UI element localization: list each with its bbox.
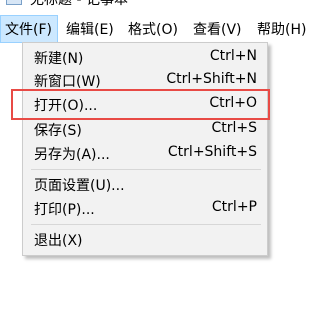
menu-item-shortcut: Ctrl+Shift+S bbox=[167, 144, 257, 160]
menu-item-label: 另存为(A)... bbox=[34, 147, 110, 163]
annotation-highlight-box bbox=[11, 89, 270, 120]
menu-item-shortcut: Ctrl+S bbox=[211, 120, 257, 136]
menu-item-new[interactable]: 新建(N) Ctrl+N bbox=[23, 46, 267, 70]
menu-item-label: 保存(S) bbox=[34, 123, 82, 139]
window-title: 无标题 - 记事本 bbox=[30, 0, 128, 8]
menu-item-shortcut: Ctrl+P bbox=[211, 199, 257, 215]
notepad-app-icon bbox=[6, 0, 22, 5]
menu-item-shortcut: Ctrl+N bbox=[209, 48, 257, 64]
menu-item-print[interactable]: 打印(P)... Ctrl+P bbox=[23, 197, 267, 221]
menu-item-label: 页面设置(U)... bbox=[34, 178, 125, 194]
menu-edit[interactable]: 编辑(E) bbox=[62, 15, 118, 43]
menu-item-label: 打印(P)... bbox=[34, 202, 95, 218]
menu-view[interactable]: 查看(V) bbox=[189, 15, 246, 43]
menu-item-exit[interactable]: 退出(X) bbox=[23, 228, 267, 252]
menu-help[interactable]: 帮助(H) bbox=[253, 15, 310, 43]
menu-file[interactable]: 文件(F) bbox=[0, 15, 58, 43]
menu-item-save[interactable]: 保存(S) Ctrl+S bbox=[23, 118, 267, 142]
title-bar: 无标题 - 记事本 bbox=[0, 0, 330, 8]
menu-item-label: 新建(N) bbox=[34, 51, 84, 67]
menu-item-save-as[interactable]: 另存为(A)... Ctrl+Shift+S bbox=[23, 142, 267, 166]
menu-item-label: 退出(X) bbox=[34, 233, 83, 249]
menu-item-page-setup[interactable]: 页面设置(U)... bbox=[23, 173, 267, 197]
menu-bar: 文件(F) 编辑(E) 格式(O) 查看(V) 帮助(H) bbox=[0, 15, 330, 43]
menu-separator bbox=[31, 224, 261, 225]
menu-item-shortcut: Ctrl+Shift+N bbox=[166, 71, 257, 87]
menu-separator bbox=[31, 169, 261, 170]
file-menu-dropdown: 新建(N) Ctrl+N 新窗口(W) Ctrl+Shift+N 打开(O)..… bbox=[22, 42, 268, 256]
menu-format[interactable]: 格式(O) bbox=[124, 15, 182, 43]
menu-item-label: 新窗口(W) bbox=[34, 74, 101, 90]
